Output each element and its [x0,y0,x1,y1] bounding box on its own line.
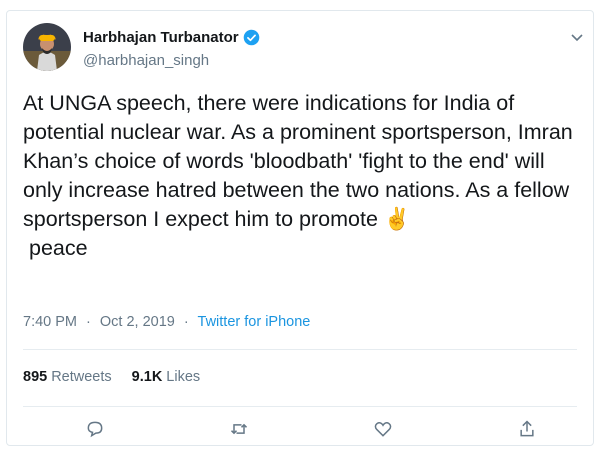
divider [23,349,577,350]
tweet-meta: 7:40 PM · Oct 2, 2019 · Twitter for iPho… [23,314,310,330]
likes-stat[interactable]: 9.1K Likes [132,369,201,385]
share-button[interactable] [517,419,541,443]
tweet-time[interactable]: 7:40 PM [23,314,77,330]
retweets-count: 895 [23,369,48,385]
avatar[interactable] [23,23,71,71]
tweet-text-end: peace [23,236,88,260]
likes-label: Likes [166,369,201,385]
tweet-stats: 895 Retweets 9.1K Likes [23,369,200,385]
display-name[interactable]: Harbhajan Turbanator [83,29,239,46]
divider [23,406,577,407]
tweet-date[interactable]: Oct 2, 2019 [100,314,175,330]
likes-count: 9.1K [131,369,163,385]
tweet-card: Harbhajan Turbanator @harbhajan_singh At… [6,10,594,446]
retweet-button[interactable] [229,419,253,443]
like-button[interactable] [373,419,397,443]
avatar-image [23,23,71,71]
retweet-icon [230,423,248,435]
tweet-text-main: At UNGA speech, there were indications f… [23,91,579,231]
share-icon [520,420,534,437]
victory-hand-emoji: ✌️ [383,207,411,231]
tweet-source-link[interactable]: Twitter for iPhone [198,314,311,330]
retweets-stat[interactable]: 895 Retweets [23,369,112,385]
verified-badge-icon [243,29,259,46]
retweets-label: Retweets [51,369,112,385]
name-row: Harbhajan Turbanator [83,29,260,46]
reply-icon [87,421,103,438]
reply-button[interactable] [85,419,109,443]
tweet-text: At UNGA speech, there were indications f… [23,89,589,263]
chevron-down-icon[interactable] [569,29,585,45]
meta-separator: · [183,314,189,330]
user-handle[interactable]: @harbhajan_singh [83,52,209,69]
action-bar [7,419,593,447]
meta-separator: · [86,314,91,330]
like-icon [374,422,392,437]
